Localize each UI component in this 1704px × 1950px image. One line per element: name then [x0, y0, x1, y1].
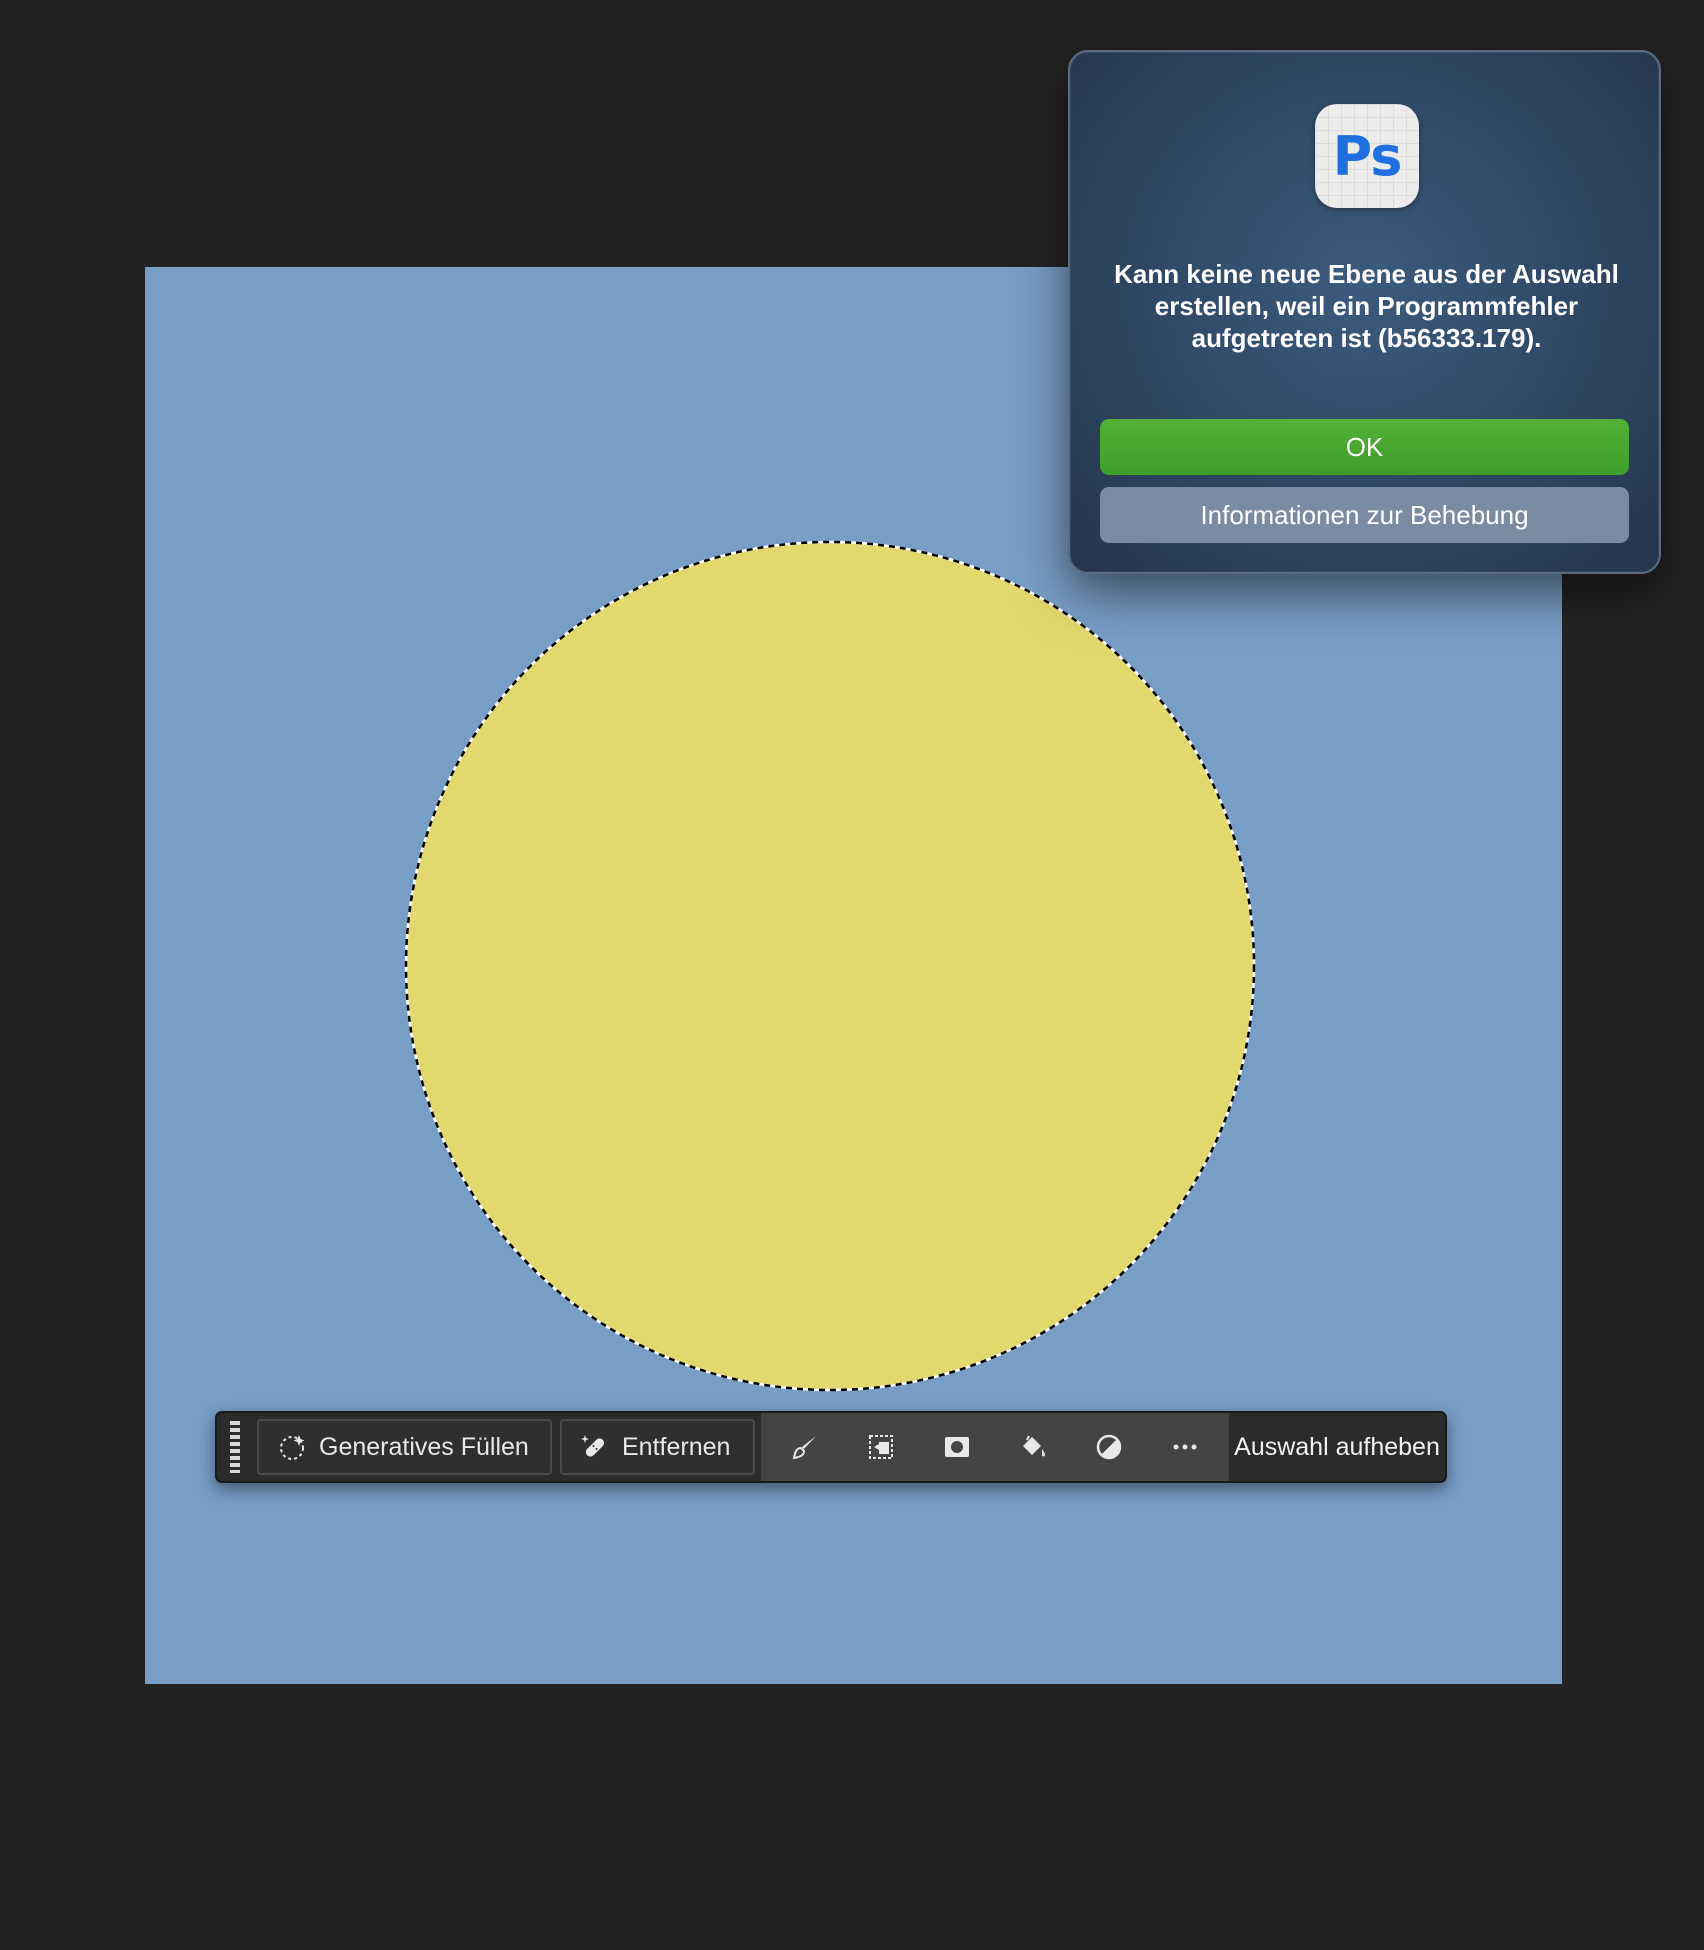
remove-button[interactable]: Entfernen [560, 1419, 755, 1475]
more-options-button[interactable] [1147, 1413, 1223, 1481]
error-message: Kann keine neue Ebene aus der Auswahl er… [1114, 259, 1619, 353]
modify-selection-button[interactable] [767, 1413, 843, 1481]
grip-icon [230, 1421, 240, 1473]
troubleshooting-info-button[interactable]: Informationen zur Behebung [1100, 487, 1629, 543]
remove-label: Entfernen [622, 1432, 731, 1461]
fill-selection-button[interactable] [995, 1413, 1071, 1481]
transform-selection-icon [869, 1435, 893, 1459]
generative-fill-icon [277, 1432, 307, 1462]
selected-circle-shape[interactable] [404, 540, 1256, 1392]
photoshop-app-icon: Ps [1315, 104, 1419, 208]
add-mask-button[interactable] [919, 1413, 995, 1481]
drag-handle[interactable] [221, 1413, 249, 1481]
more-icon [1173, 1444, 1197, 1450]
fill-bucket-icon [1023, 1435, 1045, 1457]
adjustment-layer-button[interactable] [1071, 1413, 1147, 1481]
error-dialog: Ps Kann keine neue Ebene aus der Auswahl… [1068, 50, 1661, 574]
selection-actions-group [761, 1413, 1229, 1481]
adjustment-icon [1096, 1434, 1122, 1460]
generative-fill-label: Generatives Füllen [319, 1432, 529, 1461]
transform-selection-button[interactable] [843, 1413, 919, 1481]
ok-button[interactable]: OK [1100, 419, 1629, 475]
bandage-icon [580, 1432, 610, 1462]
app-icon-text: Ps [1332, 124, 1403, 188]
contextual-task-bar: Generatives Füllen Entfernen Auswahl auf… [215, 1411, 1447, 1483]
generative-fill-button[interactable]: Generatives Füllen [257, 1419, 552, 1475]
brush-icon [792, 1436, 816, 1460]
deselect-button[interactable]: Auswahl aufheben [1229, 1433, 1445, 1462]
mask-icon [945, 1437, 969, 1457]
workspace: Generatives Füllen Entfernen Auswahl auf… [0, 0, 1704, 1950]
